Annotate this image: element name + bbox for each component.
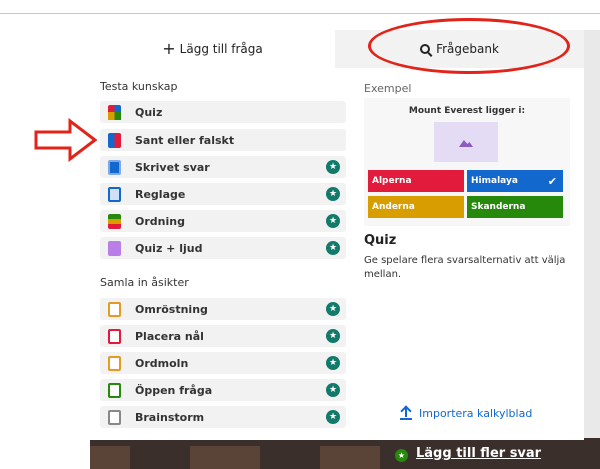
question-type-label: Brainstorm — [135, 410, 205, 424]
audio-quiz-icon — [108, 240, 121, 256]
example-preview: Mount Everest ligger i: Alperna Himalaya… — [364, 98, 570, 226]
premium-star-icon: ★ — [326, 329, 340, 343]
true-false-icon — [108, 132, 121, 148]
premium-star-icon: ★ — [326, 356, 340, 370]
question-type-poll[interactable]: Omröstning ★ — [100, 298, 346, 320]
typed-answer-icon — [108, 159, 121, 175]
premium-star-icon: ★ — [326, 302, 340, 316]
top-divider — [0, 13, 600, 14]
question-type-ordering[interactable]: Ordning ★ — [100, 210, 346, 232]
question-type-audio-quiz[interactable]: Quiz + ljud ★ — [100, 237, 346, 259]
premium-star-icon: ★ — [326, 383, 340, 397]
premium-star-icon: ★ — [326, 187, 340, 201]
question-type-slider[interactable]: Reglage ★ — [100, 183, 346, 205]
import-spreadsheet-label: Importera kalkylblad — [419, 407, 533, 420]
example-label: Exempel — [364, 82, 412, 95]
question-type-quiz[interactable]: Quiz — [100, 101, 346, 123]
example-type-description: Ge spelare flera svarsalternativ att väl… — [364, 255, 566, 280]
quiz-icon — [108, 104, 121, 120]
import-spreadsheet-link[interactable]: Importera kalkylblad — [400, 407, 532, 420]
add-more-answers-button[interactable]: ★ Lägg till fler svar — [395, 446, 541, 462]
upload-icon — [400, 407, 412, 420]
annotation-arrow-icon — [34, 118, 98, 162]
question-type-pin[interactable]: Placera nål ★ — [100, 325, 346, 347]
question-type-label: Öppen fråga — [135, 383, 213, 397]
ordering-icon — [108, 213, 121, 229]
brainstorm-icon — [108, 409, 121, 425]
example-answer: Alperna — [368, 170, 464, 192]
section-collect-opinions: Samla in åsikter — [100, 276, 189, 289]
question-type-label: Quiz + ljud — [135, 241, 203, 255]
poll-icon — [108, 301, 121, 317]
add-more-answers-label: Lägg till fler svar — [416, 446, 542, 461]
question-type-word-cloud[interactable]: Ordmoln ★ — [100, 352, 346, 374]
slider-icon — [108, 186, 121, 202]
question-type-label: Quiz — [135, 105, 163, 119]
image-icon — [459, 140, 473, 147]
tab-add-question[interactable]: + Lägg till fråga — [90, 30, 335, 68]
question-type-label: Ordning — [135, 214, 185, 228]
question-type-label: Omröstning — [135, 302, 208, 316]
annotation-circle — [368, 18, 570, 74]
star-icon: ★ — [395, 449, 408, 462]
question-type-label: Placera nål — [135, 329, 204, 343]
premium-star-icon: ★ — [326, 214, 340, 228]
premium-star-icon: ★ — [326, 410, 340, 424]
example-answer-correct: Himalaya ✔ — [467, 170, 563, 192]
example-answer: Skanderna — [467, 196, 563, 218]
plus-icon: + — [162, 39, 176, 58]
tab-add-question-label: Lägg till fråga — [179, 42, 263, 56]
open-question-icon — [108, 382, 121, 398]
question-type-label: Skrivet svar — [135, 160, 210, 174]
checkmark-icon: ✔ — [547, 174, 557, 188]
question-type-open-question[interactable]: Öppen fråga ★ — [100, 379, 346, 401]
question-type-true-false[interactable]: Sant eller falskt — [100, 129, 346, 151]
pin-icon — [108, 328, 121, 344]
question-type-label: Reglage — [135, 187, 186, 201]
example-image-placeholder — [434, 122, 498, 162]
page: ★ Lägg till fler svar + Lägg till fråga F… — [0, 0, 600, 469]
question-type-label: Ordmoln — [135, 356, 189, 370]
example-answer: Anderna — [368, 196, 464, 218]
question-type-label: Sant eller falskt — [135, 133, 235, 147]
question-type-typed-answer[interactable]: Skrivet svar ★ — [100, 156, 346, 178]
question-type-brainstorm[interactable]: Brainstorm ★ — [100, 406, 346, 428]
premium-star-icon: ★ — [326, 160, 340, 174]
section-test-knowledge: Testa kunskap — [100, 80, 178, 93]
example-question: Mount Everest ligger i: — [408, 106, 526, 116]
premium-star-icon: ★ — [326, 241, 340, 255]
example-type-title: Quiz — [364, 233, 397, 248]
side-shade — [584, 30, 600, 438]
word-cloud-icon — [108, 355, 121, 371]
